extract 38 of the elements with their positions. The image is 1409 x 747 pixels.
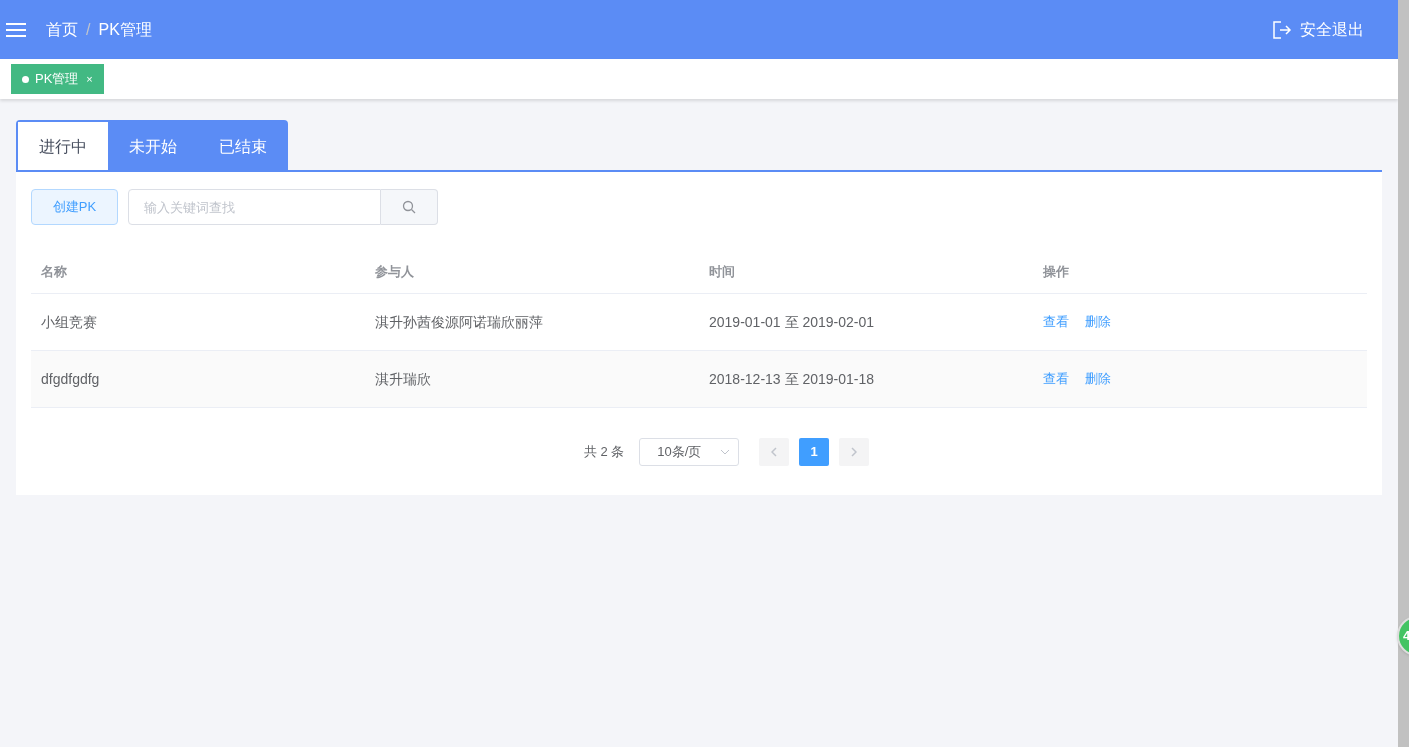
table-cell-text: 小组竞赛 [40, 312, 98, 332]
chevron-left-icon [771, 447, 778, 457]
close-icon[interactable]: × [86, 70, 93, 88]
search-field[interactable]: 输入关键词查找 [128, 189, 381, 225]
table-cell-text: 淇升瑞欣 [374, 369, 432, 389]
logout-button[interactable]: 安全退出 [1272, 17, 1364, 42]
next-page-button[interactable] [839, 438, 870, 466]
logout-icon [1272, 19, 1292, 40]
column-header: 名称 [40, 262, 68, 281]
tab[interactable]: 已结束 [198, 122, 288, 170]
chevron-down-icon [720, 449, 731, 455]
total-count: 共 2 条 [583, 443, 625, 462]
column-header: 参与人 [374, 262, 415, 281]
action-link[interactable]: 删除 [1085, 312, 1111, 332]
action-link[interactable]: 查看 [1043, 369, 1069, 389]
search-button[interactable] [381, 189, 438, 225]
tab[interactable]: 未开始 [108, 122, 198, 170]
search-icon [402, 200, 416, 214]
column-header: 时间 [708, 262, 736, 281]
breadcrumb-separator: / [86, 19, 91, 40]
prev-page-button[interactable] [759, 438, 790, 466]
column-header: 操作 [1042, 262, 1070, 281]
table-cell-text: dfgdfgdfg [40, 369, 101, 389]
scrollbar[interactable] [1398, 0, 1409, 747]
table-cell-text: 2018-12-13 至 2019-01-18 [708, 369, 875, 389]
breadcrumb-link[interactable]: PK管理 [98, 17, 152, 42]
page-button[interactable]: 1 [799, 438, 830, 466]
menu-icon[interactable] [6, 21, 26, 38]
tab[interactable]: 进行中 [18, 122, 108, 170]
table-cell-text: 2019-01-01 至 2019-02-01 [708, 312, 875, 332]
page-tag[interactable]: PK管理 × [11, 64, 104, 94]
breadcrumb-link[interactable]: 首页 [46, 17, 78, 42]
action-link[interactable]: 删除 [1085, 369, 1111, 389]
action-link[interactable]: 查看 [1043, 312, 1069, 332]
chevron-right-icon [851, 447, 858, 457]
table-cell-text: 淇升孙茜俊源阿诺瑞欣丽萍 [374, 312, 544, 332]
page-size-select[interactable]: 10条/页 [639, 438, 740, 466]
create-button[interactable]: 创建PK [31, 189, 118, 225]
